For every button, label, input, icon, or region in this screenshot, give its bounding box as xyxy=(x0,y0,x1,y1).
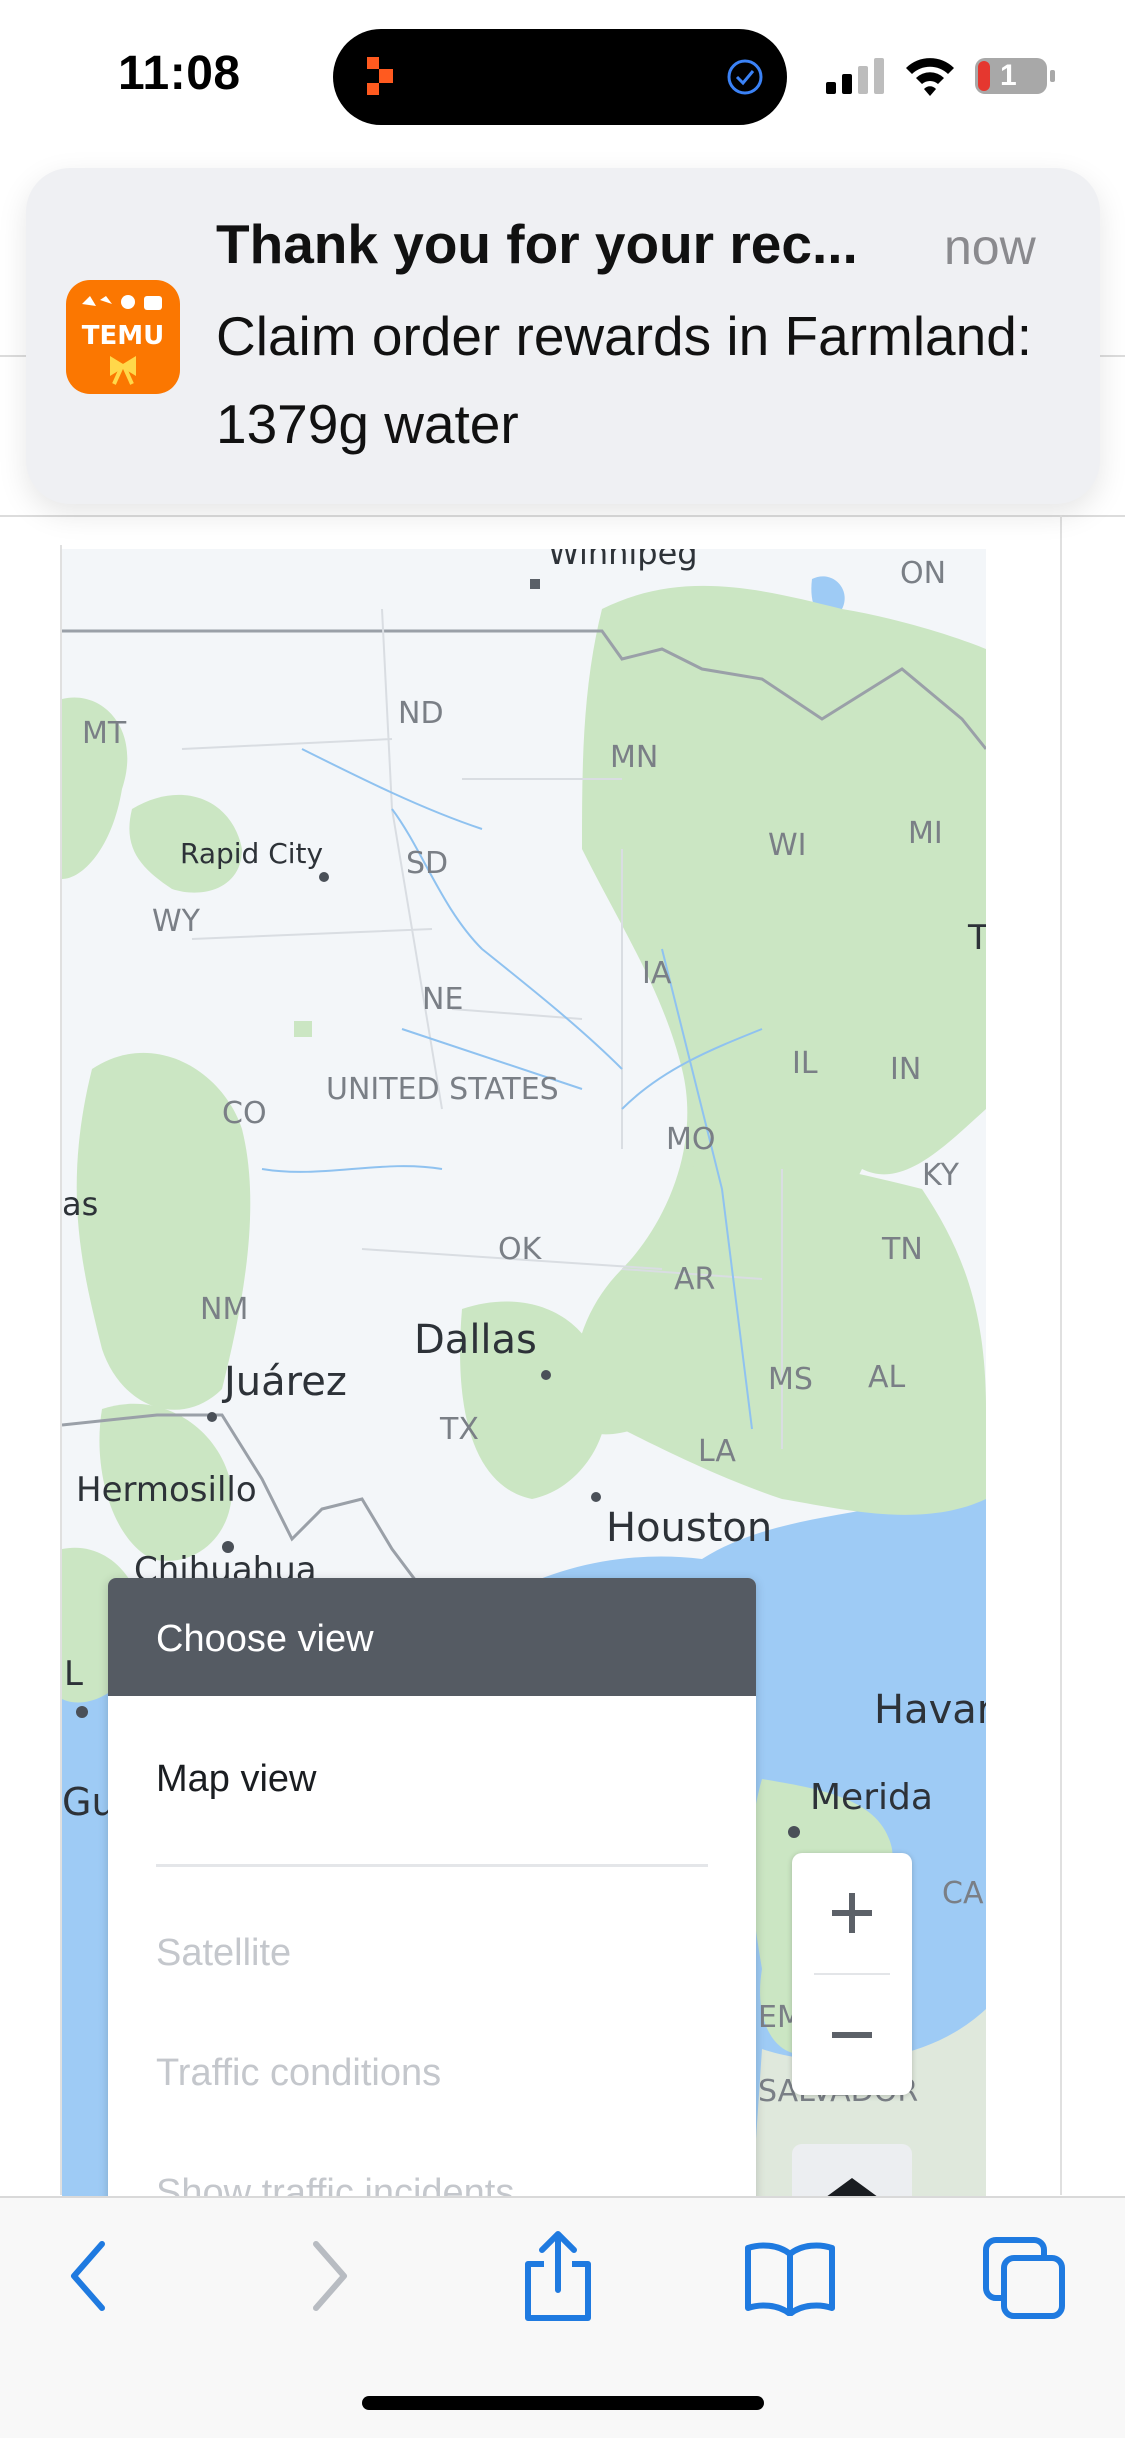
map-label: T xyxy=(967,918,986,958)
map-label: NM xyxy=(200,1292,248,1327)
plus-icon xyxy=(832,1893,872,1933)
map-label: SD xyxy=(406,846,448,881)
map-label: Dallas xyxy=(414,1317,537,1363)
option-map-view[interactable]: Map view xyxy=(156,1758,317,1801)
map-label: AL xyxy=(868,1360,906,1395)
forward-icon[interactable] xyxy=(298,2236,358,2316)
map-label: TX xyxy=(439,1412,479,1447)
back-icon[interactable] xyxy=(60,2236,120,2316)
zoom-out-button[interactable] xyxy=(792,1975,912,2095)
map-label: CA xyxy=(942,1876,984,1911)
app-activity-icon xyxy=(367,57,393,95)
map-label: Houston xyxy=(606,1505,772,1551)
map-label: MN xyxy=(610,740,658,775)
battery-icon: 1 xyxy=(974,56,1056,96)
west-marker xyxy=(76,1706,88,1718)
map-label: TN xyxy=(881,1232,923,1267)
notification-title: Thank you for your rec... xyxy=(216,213,858,275)
share-icon[interactable] xyxy=(518,2228,598,2324)
winnipeg-marker xyxy=(530,579,540,589)
rapid-city-marker xyxy=(319,872,329,882)
signal-icon xyxy=(826,58,884,94)
map-label: Hermosillo xyxy=(76,1470,257,1510)
dynamic-island xyxy=(333,29,787,125)
battery-level: 1 xyxy=(1000,59,1017,92)
zoom-control xyxy=(792,1853,912,2095)
map-label: ND xyxy=(398,696,444,731)
option-satellite[interactable]: Satellite xyxy=(156,1932,291,1975)
notification-body: Claim order rewards in Farmland: 1379g w… xyxy=(216,305,1033,455)
map-label: IN xyxy=(890,1052,921,1087)
wifi-icon xyxy=(906,58,954,96)
map-label: Merida xyxy=(810,1777,933,1818)
temu-app-icon: TEMU xyxy=(66,280,180,394)
dallas-marker xyxy=(541,1370,551,1380)
map-label: UNITED STATES xyxy=(326,1072,559,1107)
page-divider xyxy=(0,515,1125,517)
status-time: 11:08 xyxy=(118,47,241,100)
notification-banner[interactable]: TEMU Thank you for your rec... now Claim… xyxy=(26,168,1100,504)
map-label: AR xyxy=(674,1262,715,1297)
option-divider xyxy=(156,1864,708,1867)
map-label: ON xyxy=(900,556,946,591)
map-label: WY xyxy=(152,904,201,939)
map-label: Havar xyxy=(874,1687,986,1733)
view-chooser: Choose view Map view Satellite Traffic c… xyxy=(108,1578,756,2218)
checkmark-circle-icon xyxy=(727,59,763,95)
map-label: IA xyxy=(642,956,672,991)
houston-marker xyxy=(591,1492,601,1502)
option-traffic-conditions[interactable]: Traffic conditions xyxy=(156,2052,441,2095)
map-label: L xyxy=(64,1654,83,1694)
temu-logo-text: TEMU xyxy=(82,321,164,351)
map-label: OK xyxy=(498,1232,543,1267)
map-label: LA xyxy=(698,1434,736,1469)
view-chooser-header: Choose view xyxy=(108,1578,756,1696)
map-label: Rapid City xyxy=(180,837,323,870)
map-label: IL xyxy=(792,1046,818,1081)
park-marker xyxy=(294,1021,312,1037)
map-label: MI xyxy=(908,816,943,851)
map-label: KY xyxy=(922,1158,960,1193)
map-label: MS xyxy=(768,1362,813,1397)
map-label: NE xyxy=(422,982,463,1017)
merida-marker xyxy=(788,1826,800,1838)
page-border xyxy=(1060,515,1062,2195)
map-label: Winnipeg xyxy=(548,549,698,572)
forest-east xyxy=(622,1160,986,1515)
bookmarks-icon[interactable] xyxy=(744,2240,836,2316)
map-label: MO xyxy=(666,1122,716,1157)
map-label: WI xyxy=(768,828,807,863)
notification-time: now xyxy=(944,219,1036,275)
minus-icon xyxy=(832,2032,872,2038)
tabs-icon[interactable] xyxy=(982,2236,1066,2320)
map-label: CO xyxy=(222,1096,267,1131)
map-label: MT xyxy=(82,716,127,751)
map-label: Juárez xyxy=(221,1359,347,1405)
view-chooser-title: Choose view xyxy=(156,1618,374,1660)
home-indicator[interactable] xyxy=(362,2396,764,2410)
juarez-marker xyxy=(207,1412,217,1422)
zoom-in-button[interactable] xyxy=(792,1853,912,1973)
map-label: as xyxy=(62,1185,98,1223)
